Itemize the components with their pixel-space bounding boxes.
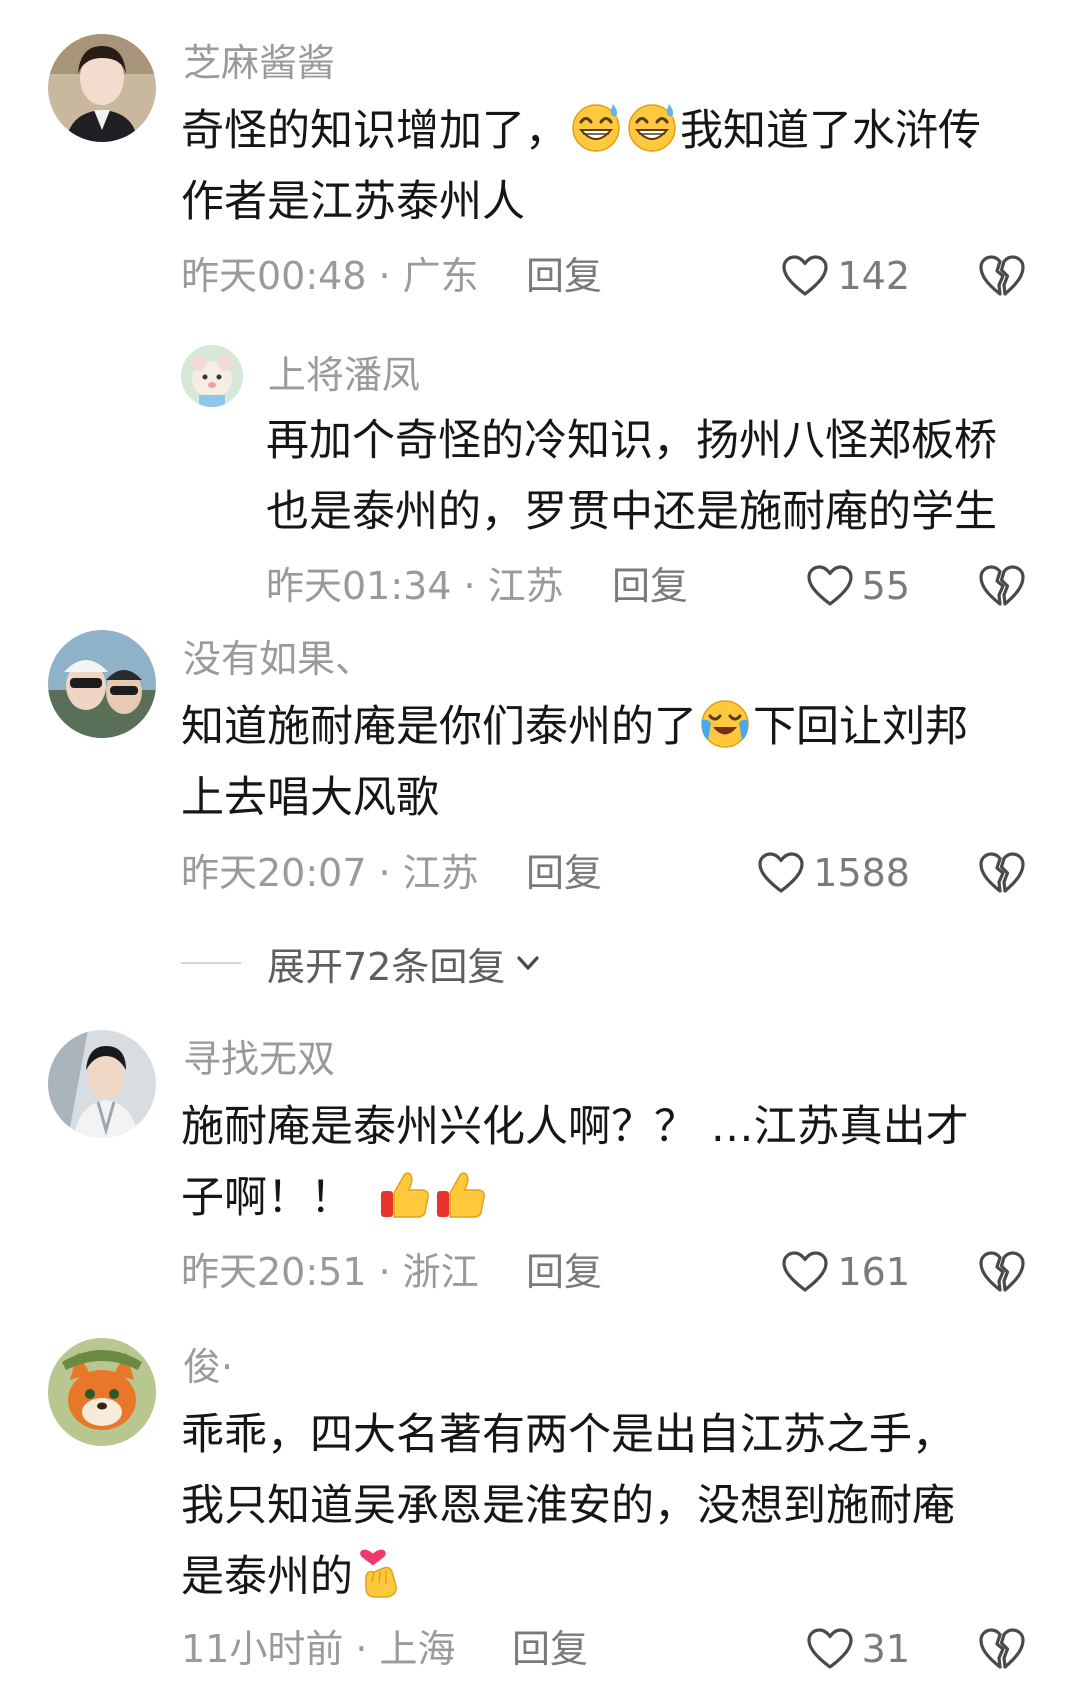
like-button[interactable]: 55 (806, 558, 910, 614)
separator: · (355, 1627, 368, 1671)
comment-meta: 昨天01:34 · 江苏 (266, 563, 564, 609)
grinning-sweat-emoji (569, 100, 623, 154)
expand-replies-button[interactable]: 展开72条回复 (181, 938, 543, 989)
broken-heart-icon (978, 253, 1026, 299)
reply-button[interactable]: 回复 (526, 253, 602, 299)
dislike-button[interactable] (978, 850, 1026, 896)
like-count: 161 (837, 1250, 910, 1294)
reply-button[interactable]: 回复 (512, 1626, 588, 1672)
separator: · (378, 1250, 391, 1294)
thumbs-up-emoji (378, 1167, 432, 1221)
reply-button[interactable]: 回复 (612, 563, 688, 609)
finger-heart-emoji (354, 1546, 408, 1600)
location: 广东 (402, 254, 479, 298)
timestamp: 11小时前 (181, 1627, 344, 1671)
dislike-button[interactable] (978, 563, 1026, 609)
dislike-button[interactable] (978, 253, 1026, 299)
avatar[interactable] (181, 345, 243, 407)
crying-laughing-emoji (698, 696, 752, 750)
username[interactable]: 没有如果、 (183, 636, 373, 682)
like-count: 1588 (813, 851, 910, 895)
like-count: 142 (837, 254, 910, 298)
location: 浙江 (402, 1250, 479, 1294)
separator: · (463, 564, 476, 608)
separator: · (378, 851, 391, 895)
reply-button[interactable]: 回复 (526, 1249, 602, 1295)
like-button[interactable]: 31 (806, 1621, 910, 1677)
avatar[interactable] (48, 630, 156, 738)
avatar[interactable] (48, 1338, 156, 1446)
like-count: 31 (861, 1627, 910, 1671)
heart-outline-icon (806, 1627, 854, 1671)
comment-text: 奇怪的知识增加了， 我知道了水浒传 作者是江苏泰州人 (181, 96, 981, 238)
broken-heart-icon (978, 850, 1026, 896)
avatar[interactable] (48, 34, 156, 142)
username[interactable]: 芝麻酱酱 (183, 40, 335, 86)
username[interactable]: 上将潘凤 (268, 352, 420, 398)
like-button[interactable]: 142 (781, 248, 910, 304)
location: 上海 (379, 1627, 456, 1671)
expand-replies-label: 展开72条回复 (267, 944, 506, 989)
like-count: 55 (861, 564, 910, 608)
comment-text: 乖乖，四大名著有两个是出自江苏之手， 我只知道吴承恩是淮安的，没想到施耐庵 是泰… (181, 1410, 955, 1602)
comment-meta: 昨天20:51 · 浙江 (181, 1249, 479, 1295)
comment-text: 施耐庵是泰州兴化人啊？？ …江苏真出才 子啊！！ (181, 1102, 969, 1223)
avatar[interactable] (48, 1030, 156, 1138)
separator: · (378, 254, 391, 298)
broken-heart-icon (978, 1249, 1026, 1295)
username[interactable]: 寻找无双 (183, 1036, 335, 1082)
chevron-down-icon (513, 948, 543, 978)
heart-outline-icon (806, 564, 854, 608)
dislike-button[interactable] (978, 1249, 1026, 1295)
location: 江苏 (487, 564, 564, 608)
comment-text: 知道施耐庵是你们泰州的了 下回让刘邦 上去唱大风歌 (181, 692, 968, 834)
dislike-button[interactable] (978, 1626, 1026, 1672)
thumbs-up-emoji (434, 1167, 488, 1221)
timestamp: 昨天00:48 (181, 254, 367, 298)
timestamp: 昨天20:51 (181, 1250, 367, 1294)
comment-meta: 昨天20:07 · 江苏 (181, 850, 479, 896)
timestamp: 昨天20:07 (181, 851, 367, 895)
like-button[interactable]: 161 (781, 1244, 910, 1300)
heart-outline-icon (781, 254, 829, 298)
like-button[interactable]: 1588 (757, 845, 910, 901)
comment-meta: 11小时前 · 上海 (181, 1626, 455, 1672)
broken-heart-icon (978, 563, 1026, 609)
divider (181, 962, 241, 964)
username[interactable]: 俊· (183, 1344, 233, 1390)
comment-meta: 昨天00:48 · 广东 (181, 253, 479, 299)
heart-outline-icon (781, 1250, 829, 1294)
reply-button[interactable]: 回复 (526, 850, 602, 896)
grinning-sweat-emoji (625, 100, 679, 154)
broken-heart-icon (978, 1626, 1026, 1672)
comment-text: 再加个奇怪的冷知识，扬州八怪郑板桥 也是泰州的，罗贯中还是施耐庵的学生 (266, 416, 997, 537)
location: 江苏 (402, 851, 479, 895)
heart-outline-icon (757, 851, 805, 895)
timestamp: 昨天01:34 (266, 564, 452, 608)
